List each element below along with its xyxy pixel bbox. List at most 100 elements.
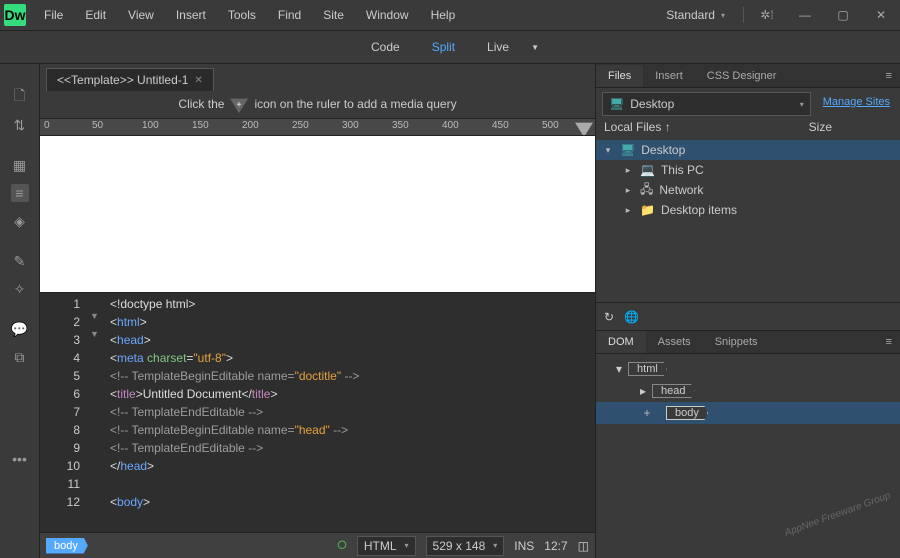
desktop-icon: 🖥	[620, 143, 635, 157]
dom-panel-tabs: DOM Assets Snippets ≡	[596, 330, 900, 354]
expand-icon[interactable]: ▸	[622, 205, 634, 216]
dom-row-html[interactable]: ▾ html	[596, 358, 900, 380]
minimize-button[interactable]: —	[790, 4, 820, 26]
panel-toolbar: ↻ 🌐	[596, 302, 900, 330]
menu-window[interactable]: Window	[356, 2, 419, 28]
tab-files[interactable]: Files	[596, 65, 643, 87]
list-icon[interactable]: ≡	[11, 184, 29, 202]
tree-item-desktop-items[interactable]: ▸ 📁 Desktop items	[596, 200, 900, 220]
app-logo: Dw	[4, 4, 26, 26]
view-split[interactable]: Split	[418, 34, 469, 60]
file-icon[interactable]: 🗋	[11, 88, 29, 106]
add-icon[interactable]: +	[640, 406, 654, 420]
ruler-tick: 0	[44, 120, 50, 131]
network-icon: 🖧	[640, 180, 653, 201]
target-icon[interactable]: ◈	[11, 212, 29, 230]
tree-item-desktop[interactable]: ▾ 🖥 Desktop	[596, 140, 900, 160]
dom-tree: ▾ html ▸ head + body	[596, 354, 900, 428]
dom-row-head[interactable]: ▸ head	[596, 380, 900, 402]
document-tabs: <<Template>> Untitled-1 ✕	[40, 64, 595, 90]
expand-icon[interactable]: ▾	[616, 362, 622, 376]
expand-icon[interactable]: ▸	[640, 384, 646, 398]
tab-dom[interactable]: DOM	[596, 331, 646, 353]
language-select[interactable]: HTML▾	[357, 536, 416, 556]
globe-icon[interactable]: 🌐	[624, 310, 639, 324]
preview-icon[interactable]: ◫	[578, 539, 589, 553]
panel-menu-icon[interactable]: ≡	[878, 66, 900, 86]
sync-ok-icon[interactable]: ⭘	[337, 538, 347, 553]
ruler-tick: 400	[442, 120, 459, 131]
file-tree: ▾ 🖥 Desktop ▸ 💻 This PC ▸ 🖧 Network ▸ 📁 …	[596, 138, 900, 222]
menu-file[interactable]: File	[34, 2, 73, 28]
expand-icon[interactable]: ▸	[622, 185, 634, 196]
menu-help[interactable]: Help	[421, 2, 466, 28]
wand-icon[interactable]: ✧	[11, 280, 29, 298]
menu-find[interactable]: Find	[268, 2, 311, 28]
chevron-down-icon[interactable]: ▼	[527, 37, 543, 58]
close-button[interactable]: ✕	[866, 4, 896, 26]
workspace-selector[interactable]: Standard ▾	[656, 4, 735, 26]
ruler-marker-icon[interactable]	[575, 119, 593, 136]
tree-item-this-pc[interactable]: ▸ 💻 This PC	[596, 160, 900, 180]
hint-text: Click the	[178, 97, 224, 111]
tab-assets[interactable]: Assets	[646, 331, 703, 353]
fold-gutter: ▼▼	[90, 293, 106, 532]
arrows-icon[interactable]: ⇅	[11, 116, 29, 134]
dom-tag: html	[628, 362, 667, 376]
insert-mode[interactable]: INS	[514, 539, 534, 553]
file-columns[interactable]: Local Files ↑ Size	[596, 116, 900, 138]
tab-title: <<Template>> Untitled-1	[57, 73, 188, 87]
document-tab[interactable]: <<Template>> Untitled-1 ✕	[46, 68, 214, 91]
dimensions-select[interactable]: 529 x 148▾	[426, 536, 505, 556]
menu-tools[interactable]: Tools	[218, 2, 266, 28]
comment-icon[interactable]: 💬	[11, 320, 29, 338]
menu-site[interactable]: Site	[313, 2, 354, 28]
ruler-tick: 350	[392, 120, 409, 131]
dom-tag: body	[666, 406, 708, 420]
drive-label: Desktop	[630, 97, 674, 111]
close-icon[interactable]: ✕	[194, 75, 202, 86]
dom-row-body[interactable]: + body	[596, 402, 900, 424]
snippet-icon[interactable]: ⧉	[11, 348, 29, 366]
manage-sites-link[interactable]: Manage Sites	[823, 96, 890, 108]
workspace-label: Standard	[666, 8, 715, 22]
source-code[interactable]: <!doctype html> <html> <head> <meta char…	[106, 293, 359, 532]
panel-menu-icon[interactable]: ≡	[878, 332, 900, 352]
ruler-tick: 150	[192, 120, 209, 131]
expand-icon[interactable]: ▸	[622, 165, 634, 176]
tab-css-designer[interactable]: CSS Designer	[695, 65, 789, 87]
pc-icon: 💻	[640, 163, 655, 177]
menu-insert[interactable]: Insert	[166, 2, 216, 28]
menu-edit[interactable]: Edit	[75, 2, 116, 28]
col-size: Size	[809, 120, 832, 134]
brush-icon[interactable]: ✎	[11, 252, 29, 270]
tree-item-network[interactable]: ▸ 🖧 Network	[596, 180, 900, 200]
maximize-button[interactable]: ▢	[828, 4, 858, 26]
status-bar: body ⭘ HTML▾ 529 x 148▾ INS 12:7 ◫	[40, 532, 595, 558]
ruler[interactable]: 0 50 100 150 200 250 300 350 400 450 500	[40, 118, 595, 136]
tree-label: Desktop	[641, 143, 685, 157]
library-icon[interactable]: ▦	[11, 156, 29, 174]
ruler-tick: 200	[242, 120, 259, 131]
document-area: <<Template>> Untitled-1 ✕ Click the + ic…	[40, 64, 595, 558]
hint-text: icon on the ruler to add a media query	[254, 97, 456, 111]
tab-insert[interactable]: Insert	[643, 65, 695, 87]
view-code[interactable]: Code	[357, 34, 414, 60]
menu-view[interactable]: View	[118, 2, 164, 28]
dom-path-tag[interactable]: body	[46, 538, 88, 554]
more-icon[interactable]: •••	[11, 450, 29, 468]
expand-icon[interactable]: ▾	[602, 145, 614, 156]
code-editor[interactable]: 123 456 789 101112 ▼▼ <!doctype html> <h…	[40, 292, 595, 532]
refresh-icon[interactable]: ↻	[604, 310, 614, 324]
ruler-tick: 50	[92, 120, 103, 131]
ruler-tick: 450	[492, 120, 509, 131]
left-toolbar: 🗋 ⇅ ▦ ≡ ◈ ✎ ✧ 💬 ⧉ •••	[0, 64, 40, 558]
live-canvas[interactable]	[40, 136, 595, 292]
drive-select[interactable]: 🖥 Desktop ▾	[602, 92, 811, 116]
media-query-hint: Click the + icon on the ruler to add a m…	[40, 90, 595, 118]
chevron-down-icon: ▾	[800, 100, 804, 109]
main-menu: File Edit View Insert Tools Find Site Wi…	[34, 2, 465, 28]
view-live[interactable]: Live	[473, 34, 523, 60]
settings-gear-icon[interactable]: ✲⁞	[752, 4, 782, 26]
tab-snippets[interactable]: Snippets	[703, 331, 770, 353]
